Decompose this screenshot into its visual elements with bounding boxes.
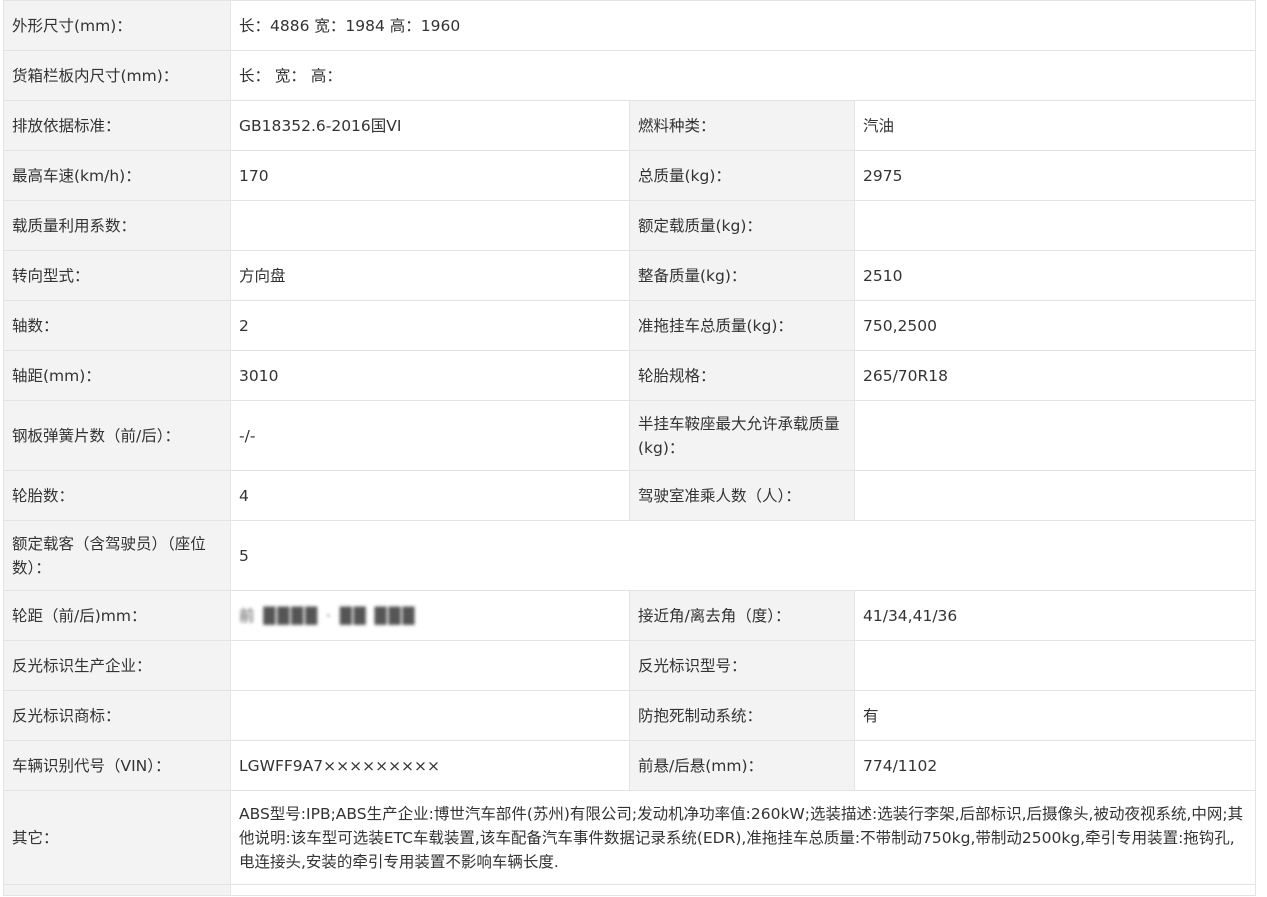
spec-label: 载质量利用系数： <box>3 200 231 251</box>
spec-row-wheelbase-tire: 轴距(mm)： 3010 轮胎规格： 265/70R18 <box>3 350 1257 401</box>
spec-label: 转向型式： <box>3 250 231 301</box>
spec-row-cargo-box-dimensions: 货箱栏板内尺寸(mm)： 长： 宽： 高： <box>3 50 1257 101</box>
spec-value <box>853 470 1257 521</box>
spec-label: 反光标识生产企业： <box>3 640 231 691</box>
spec-label: 轮胎数： <box>3 470 231 521</box>
spec-label: 排放依据标准： <box>3 100 231 151</box>
spec-value: 774/1102 <box>853 740 1257 791</box>
spec-row-springs-saddle: 钢板弹簧片数（前/后）： -/- 半挂车鞍座最大允许承载质量(kg)： <box>3 400 1257 471</box>
spec-row-passengers: 额定载客（含驾驶员）（座位数）： 5 <box>3 520 1257 591</box>
spec-label-empty <box>3 884 231 896</box>
spec-row-track-angles: 轮距（前/后)mm： 前 ████ · ██ ███ 接近角/离去角（度）： 4… <box>3 590 1257 641</box>
spec-value-notes: ABS型号:IPB;ABS生产企业:博世汽车部件(苏州)有限公司;发动机净功率值… <box>229 790 1257 885</box>
spec-row-other-notes: 其它： ABS型号:IPB;ABS生产企业:博世汽车部件(苏州)有限公司;发动机… <box>3 790 1257 885</box>
spec-row-trailing <box>3 884 1257 896</box>
spec-row-axles-trailer: 轴数： 2 准拖挂车总质量(kg)： 750,2500 <box>3 300 1257 351</box>
spec-label: 轮距（前/后)mm： <box>3 590 231 641</box>
spec-value: LGWFF9A7××××××××× <box>230 740 630 791</box>
spec-label: 轴数： <box>3 300 231 351</box>
spec-label: 反光标识商标： <box>3 690 231 741</box>
spec-value: 41/34,41/36 <box>853 590 1257 641</box>
spec-value: -/- <box>230 400 630 471</box>
spec-row-steering-curb-mass: 转向型式： 方向盘 整备质量(kg)： 2510 <box>3 250 1257 301</box>
spec-value: 2 <box>230 300 630 351</box>
spec-value: 汽油 <box>853 100 1257 151</box>
spec-label: 驾驶室准乘人数（人）： <box>629 470 855 521</box>
spec-value <box>230 690 630 741</box>
spec-row-vin-overhang: 车辆识别代号（VIN）： LGWFF9A7××××××××× 前悬/后悬(mm)… <box>3 740 1257 791</box>
spec-value: 265/70R18 <box>853 350 1257 401</box>
spec-label: 轮胎规格： <box>629 350 855 401</box>
spec-value <box>230 640 630 691</box>
spec-row-tires-cab: 轮胎数： 4 驾驶室准乘人数（人）： <box>3 470 1257 521</box>
vehicle-spec-sheet: 外形尺寸(mm)： 长：4886 宽：1984 高：1960 货箱栏板内尺寸(m… <box>3 0 1257 896</box>
spec-value <box>853 200 1257 251</box>
spec-label: 轴距(mm)： <box>3 350 231 401</box>
vehicle-spec-table: 外形尺寸(mm)： 长：4886 宽：1984 高：1960 货箱栏板内尺寸(m… <box>3 0 1257 896</box>
spec-label: 整备质量(kg)： <box>629 250 855 301</box>
spec-label: 反光标识型号： <box>629 640 855 691</box>
spec-label: 车辆识别代号（VIN）： <box>3 740 231 791</box>
spec-label: 额定载客（含驾驶员）（座位数）： <box>3 520 231 591</box>
spec-label: 总质量(kg)： <box>629 150 855 201</box>
spec-label: 最高车速(km/h)： <box>3 150 231 201</box>
spec-value: 方向盘 <box>230 250 630 301</box>
spec-label: 半挂车鞍座最大允许承载质量(kg)： <box>629 400 855 471</box>
spec-value: 750,2500 <box>853 300 1257 351</box>
spec-value: 4 <box>230 470 630 521</box>
spec-label: 燃料种类： <box>629 100 855 151</box>
spec-value: 有 <box>853 690 1257 741</box>
spec-label: 额定载质量(kg)： <box>629 200 855 251</box>
spec-value: GB18352.6-2016国VI <box>230 100 630 151</box>
spec-row-reflector-brand-abs: 反光标识商标： 防抱死制动系统： 有 <box>3 690 1257 741</box>
spec-row-load-factor: 载质量利用系数： 额定载质量(kg)： <box>3 200 1257 251</box>
spec-value: 长：4886 宽：1984 高：1960 <box>229 0 1257 51</box>
spec-label: 接近角/离去角（度）： <box>629 590 855 641</box>
spec-value <box>853 400 1257 471</box>
spec-value: 2510 <box>853 250 1257 301</box>
spec-value-redacted: 前 ████ · ██ ███ <box>230 590 630 641</box>
spec-row-speed-mass: 最高车速(km/h)： 170 总质量(kg)： 2975 <box>3 150 1257 201</box>
spec-label: 防抱死制动系统： <box>629 690 855 741</box>
spec-value-empty <box>229 884 1257 896</box>
spec-label: 外形尺寸(mm)： <box>3 0 231 51</box>
spec-value: 5 <box>229 520 1257 591</box>
spec-row-emission-fuel: 排放依据标准： GB18352.6-2016国VI 燃料种类： 汽油 <box>3 100 1257 151</box>
redacted-track-value: 前 ████ · ██ ███ <box>239 606 417 625</box>
spec-value: 170 <box>230 150 630 201</box>
spec-value <box>853 640 1257 691</box>
spec-label: 钢板弹簧片数（前/后）： <box>3 400 231 471</box>
spec-label: 准拖挂车总质量(kg)： <box>629 300 855 351</box>
spec-value <box>230 200 630 251</box>
spec-row-overall-dimensions: 外形尺寸(mm)： 长：4886 宽：1984 高：1960 <box>3 0 1257 51</box>
spec-label: 货箱栏板内尺寸(mm)： <box>3 50 231 101</box>
spec-row-reflector-maker: 反光标识生产企业： 反光标识型号： <box>3 640 1257 691</box>
spec-label: 其它： <box>3 790 231 885</box>
spec-value: 长： 宽： 高： <box>229 50 1257 101</box>
spec-value: 2975 <box>853 150 1257 201</box>
spec-label: 前悬/后悬(mm)： <box>629 740 855 791</box>
spec-value: 3010 <box>230 350 630 401</box>
